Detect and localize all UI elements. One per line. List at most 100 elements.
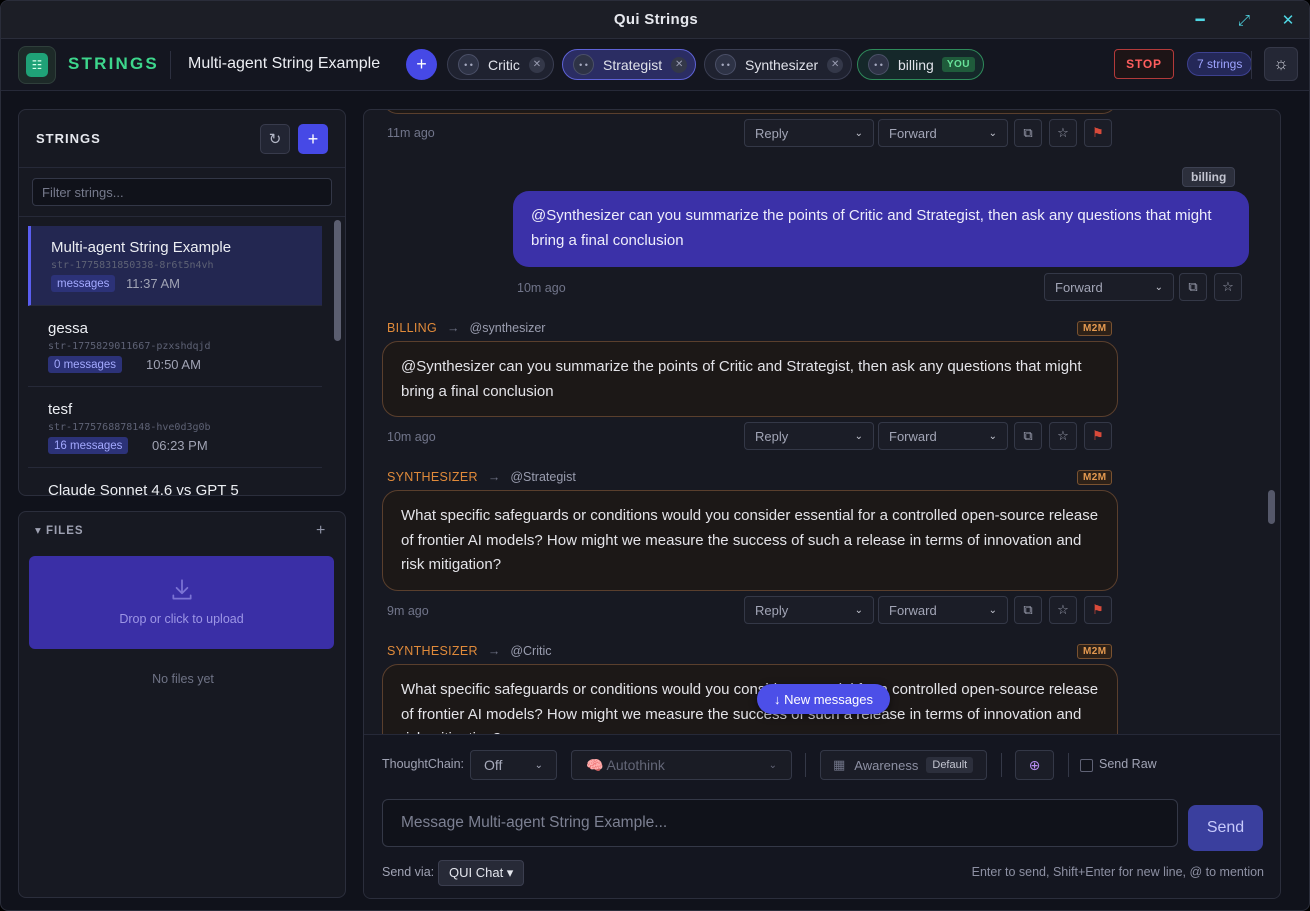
- chevron-down-icon: ⌄: [854, 430, 863, 442]
- star-button[interactable]: ☆: [1049, 596, 1077, 624]
- remove-agent-icon[interactable]: ✕: [827, 56, 844, 73]
- strings-panel-title: STRINGS: [36, 131, 101, 146]
- copy-icon: ⧉: [1188, 279, 1198, 294]
- strings-panel: STRINGS ↻ + Multi-agent String Example s…: [18, 109, 346, 496]
- reply-select-value: Reply: [755, 602, 789, 618]
- forward-select[interactable]: Forward ⌄: [878, 596, 1008, 624]
- chevron-down-icon: ⌄: [768, 759, 777, 771]
- message-bubble: [382, 110, 1118, 114]
- chat-scrollbar[interactable]: [1268, 490, 1275, 524]
- strings-scrollbar[interactable]: [334, 220, 341, 341]
- title-bar: Qui Strings ━ ⤢ ✕: [1, 1, 1309, 39]
- message-target: @Critic: [510, 644, 552, 658]
- awareness-label: Awareness: [854, 757, 919, 773]
- agent-avatar-icon: • •: [573, 54, 594, 75]
- thoughtchain-select[interactable]: Off ⌄: [470, 750, 557, 780]
- string-id: str-1775829011667-pzxshdqjd: [48, 341, 211, 352]
- agent-chip-critic[interactable]: • • Critic ✕: [447, 49, 554, 80]
- string-list-item[interactable]: Claude Sonnet 4.6 vs GPT 5: [28, 469, 322, 495]
- copy-icon: ⧉: [1023, 125, 1033, 140]
- chevron-down-icon: ⌄: [854, 604, 863, 616]
- files-panel-title[interactable]: ▾ FILES: [35, 523, 84, 537]
- agent-chip-synthesizer[interactable]: • • Synthesizer ✕: [704, 49, 853, 80]
- flag-button[interactable]: ⚑: [1084, 422, 1112, 450]
- awareness-button[interactable]: ▦ Awareness Default: [820, 750, 987, 780]
- file-drop-zone[interactable]: Drop or click to upload: [29, 556, 334, 649]
- inspect-button[interactable]: ⊕: [1015, 750, 1054, 780]
- message-list: 11m ago Reply ⌄ Forward ⌄ ⧉ ☆ ⚑ billing @S…: [364, 110, 1280, 734]
- close-icon[interactable]: ✕: [1277, 9, 1299, 31]
- chevron-down-icon: ⌄: [988, 127, 997, 139]
- star-icon: ☆: [1057, 602, 1069, 617]
- refresh-button[interactable]: ↻: [260, 124, 290, 154]
- flag-button[interactable]: ⚑: [1084, 596, 1112, 624]
- copy-button[interactable]: ⧉: [1179, 273, 1207, 301]
- divider: [805, 753, 806, 777]
- forward-select[interactable]: Forward ⌄: [878, 422, 1008, 450]
- flag-button[interactable]: ⚑: [1084, 119, 1112, 147]
- star-button[interactable]: ☆: [1049, 119, 1077, 147]
- message-input[interactable]: [382, 799, 1178, 847]
- string-id: str-1775831850338-8r6t5n4vh: [51, 260, 214, 271]
- reply-select-value: Reply: [755, 125, 789, 141]
- agent-chip-strategist[interactable]: • • Strategist ✕: [562, 49, 697, 80]
- copy-button[interactable]: ⧉: [1014, 596, 1042, 624]
- flag-icon: ⚑: [1092, 602, 1104, 617]
- composer: ThoughtChain: Off ⌄ 🧠 Autothink ⌄ ▦ Awarene…: [364, 734, 1280, 898]
- files-panel: ▾ FILES + Drop or click to upload No fil…: [18, 511, 346, 898]
- awareness-badge: Default: [926, 757, 974, 773]
- logo-icon: ☷: [26, 53, 48, 77]
- thoughtchain-value: Off: [484, 757, 503, 773]
- string-list-item[interactable]: Multi-agent String Example str-177583185…: [28, 226, 322, 306]
- reply-select[interactable]: Reply ⌄: [744, 119, 874, 147]
- add-agent-button[interactable]: +: [406, 49, 437, 80]
- maximize-icon[interactable]: ⤢: [1233, 9, 1255, 31]
- stop-button[interactable]: STOP: [1114, 49, 1174, 79]
- reply-select[interactable]: Reply ⌄: [744, 596, 874, 624]
- chevron-down-icon: ⌄: [854, 127, 863, 139]
- copy-button[interactable]: ⧉: [1014, 422, 1042, 450]
- add-file-button[interactable]: +: [316, 522, 325, 540]
- new-messages-button[interactable]: ↓ New messages: [757, 684, 890, 714]
- agent-chip-billing[interactable]: • • billing YOU: [857, 49, 984, 80]
- string-name: tesf: [48, 401, 73, 418]
- new-string-button[interactable]: +: [298, 124, 328, 154]
- send-button[interactable]: Send: [1188, 805, 1263, 851]
- chat-panel: 11m ago Reply ⌄ Forward ⌄ ⧉ ☆ ⚑ billing @S…: [363, 109, 1281, 899]
- drop-zone-text: Drop or click to upload: [119, 612, 244, 626]
- divider: [1251, 51, 1252, 79]
- message-count-badge: 16 messages: [48, 437, 129, 454]
- message-header: SYNTHESIZER → @Critic: [387, 644, 551, 658]
- flag-icon: ⚑: [1092, 428, 1104, 443]
- chevron-down-icon: ⌄: [1154, 281, 1163, 293]
- star-button[interactable]: ☆: [1049, 422, 1077, 450]
- message-time: 9m ago: [387, 604, 429, 618]
- message-bubble: @Synthesizer can you summarize the point…: [382, 341, 1118, 417]
- string-list-item[interactable]: tesf str-1775768878148-hve0d3g0b 16 mess…: [28, 388, 322, 468]
- send-raw-checkbox[interactable]: [1080, 759, 1093, 772]
- string-count-badge: 7 strings: [1187, 52, 1253, 76]
- remove-agent-icon[interactable]: ✕: [671, 56, 688, 73]
- remove-agent-icon[interactable]: ✕: [528, 56, 545, 73]
- message-bubble: What specific safeguards or conditions w…: [382, 490, 1118, 591]
- forward-select[interactable]: Forward ⌄: [1044, 273, 1174, 301]
- star-icon: ☆: [1222, 279, 1234, 294]
- theme-toggle-button[interactable]: ☼: [1264, 47, 1298, 81]
- filter-strings-input[interactable]: [32, 178, 332, 206]
- message-bubble: @Synthesizer can you summarize the point…: [513, 191, 1249, 267]
- message-sender: SYNTHESIZER: [387, 470, 478, 484]
- copy-button[interactable]: ⧉: [1014, 119, 1042, 147]
- forward-select[interactable]: Forward ⌄: [878, 119, 1008, 147]
- send-via-select[interactable]: QUI Chat ▾: [438, 860, 525, 886]
- message-bubble: What specific safeguards or conditions w…: [382, 664, 1118, 734]
- autothink-select[interactable]: 🧠 Autothink ⌄: [571, 750, 792, 780]
- star-button[interactable]: ☆: [1214, 273, 1242, 301]
- string-list-item[interactable]: gessa str-1775829011667-pzxshdqjd 0 mess…: [28, 307, 322, 387]
- no-files-text: No files yet: [152, 672, 214, 686]
- minimize-icon[interactable]: ━: [1189, 9, 1211, 31]
- reply-select[interactable]: Reply ⌄: [744, 422, 874, 450]
- reply-select-value: Reply: [755, 428, 789, 444]
- string-time: 10:50 AM: [146, 357, 201, 372]
- agent-name: billing: [898, 56, 934, 73]
- grid-icon: ▦: [833, 757, 846, 772]
